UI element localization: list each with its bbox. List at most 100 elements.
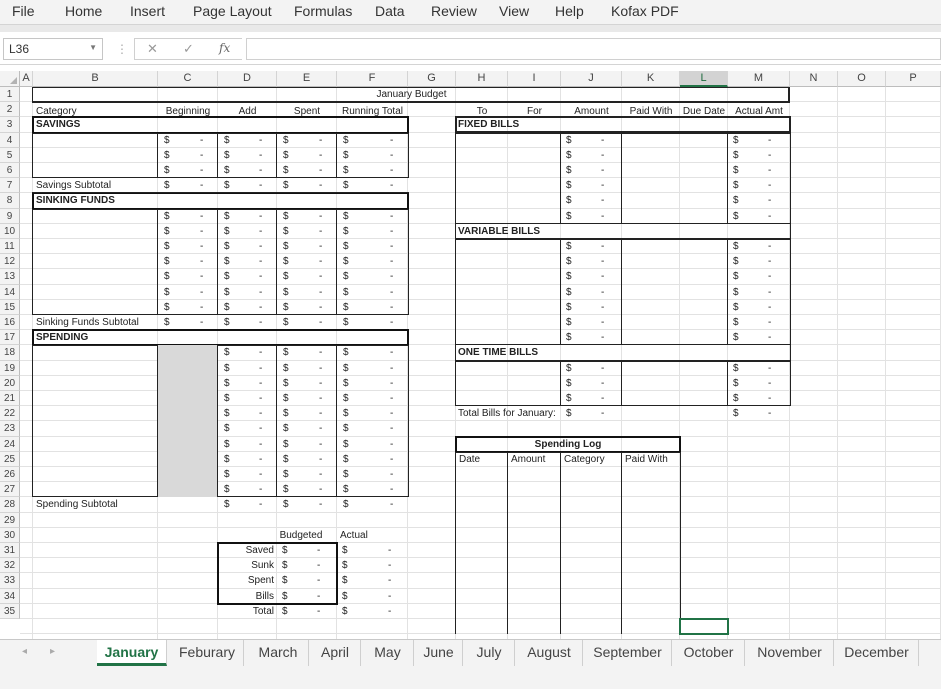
selected-cell-l36[interactable]	[679, 618, 729, 635]
row-header-27[interactable]: 27	[0, 482, 20, 497]
formula-input[interactable]	[246, 38, 941, 60]
column-header-i[interactable]: I	[508, 71, 561, 87]
column-header-f[interactable]: F	[337, 71, 408, 87]
row-header-26[interactable]: 26	[0, 467, 20, 482]
sheet-tab-december[interactable]: December	[835, 640, 919, 666]
row-header-32[interactable]: 32	[0, 558, 20, 573]
sheet-tab-october[interactable]: October	[673, 640, 745, 666]
bill-currency: $	[733, 301, 739, 315]
row-header-22[interactable]: 22	[0, 406, 20, 421]
row-header-25[interactable]: 25	[0, 452, 20, 467]
worksheet-grid[interactable]: ABCDEFGHIJKLMNOP123456789101112131415161…	[0, 71, 941, 639]
bill-currency: $	[733, 210, 739, 224]
column-header-b[interactable]: B	[33, 71, 158, 87]
summary-currency: $	[342, 544, 348, 558]
menu-review[interactable]: Review	[431, 3, 477, 19]
column-header-h[interactable]: H	[456, 71, 508, 87]
row-header-23[interactable]: 23	[0, 421, 20, 436]
row-header-20[interactable]: 20	[0, 376, 20, 391]
savings-col-divider	[336, 133, 337, 179]
menu-formulas[interactable]: Formulas	[294, 3, 352, 19]
column-header-o[interactable]: O	[838, 71, 886, 87]
sheet-tab-january[interactable]: January	[97, 640, 167, 666]
sheet-tab-september[interactable]: September	[584, 640, 672, 666]
row-header-30[interactable]: 30	[0, 528, 20, 543]
menu-view[interactable]: View	[499, 3, 529, 19]
tab-scroll-left-icon[interactable]: ◂	[22, 646, 27, 657]
spending-section-box	[32, 329, 409, 346]
spending-cell-currency: $	[283, 377, 289, 391]
chevron-down-icon[interactable]: ▼	[89, 43, 97, 52]
column-header-p[interactable]: P	[886, 71, 941, 87]
menu-file[interactable]: File	[12, 3, 35, 19]
spending-col-divider	[217, 345, 218, 497]
sheet-tab-august[interactable]: August	[516, 640, 583, 666]
sheet-tab-may[interactable]: May	[362, 640, 414, 666]
row-header-21[interactable]: 21	[0, 391, 20, 406]
column-header-m[interactable]: M	[728, 71, 790, 87]
summary-label-sunk: Sunk	[218, 559, 274, 573]
spending-cell-value: -	[319, 438, 322, 452]
row-header-28[interactable]: 28	[0, 497, 20, 512]
row-header-29[interactable]: 29	[0, 513, 20, 528]
column-header-k[interactable]: K	[622, 71, 680, 87]
menu-data[interactable]: Data	[375, 3, 405, 19]
row-header-33[interactable]: 33	[0, 573, 20, 588]
row-header-8[interactable]: 8	[0, 193, 20, 208]
row-header-3[interactable]: 3	[0, 117, 20, 132]
row-header-13[interactable]: 13	[0, 269, 20, 284]
row-header-1[interactable]: 1	[0, 87, 20, 102]
select-all-button[interactable]	[0, 71, 20, 87]
row-header-9[interactable]: 9	[0, 209, 20, 224]
column-header-j[interactable]: J	[561, 71, 622, 87]
sheet-tab-june[interactable]: June	[415, 640, 463, 666]
sheet-tab-march[interactable]: March	[248, 640, 309, 666]
spending-cell-currency: $	[343, 346, 349, 360]
column-header-e[interactable]: E	[277, 71, 337, 87]
row-header-17[interactable]: 17	[0, 330, 20, 345]
row-header-19[interactable]: 19	[0, 361, 20, 376]
column-header-c[interactable]: C	[158, 71, 218, 87]
sheet-tab-april[interactable]: April	[310, 640, 361, 666]
row-header-18[interactable]: 18	[0, 345, 20, 360]
row-header-2[interactable]: 2	[0, 102, 20, 117]
row-header-15[interactable]: 15	[0, 300, 20, 315]
more-options-icon[interactable]: ⋮	[116, 42, 128, 56]
sheet-tab-feburary[interactable]: Feburary	[171, 640, 244, 666]
cancel-icon[interactable]: ✕	[147, 41, 158, 57]
row-header-12[interactable]: 12	[0, 254, 20, 269]
menu-insert[interactable]: Insert	[130, 3, 165, 19]
spending-cell-value: -	[390, 483, 393, 497]
menu-kofax-pdf[interactable]: Kofax PDF	[611, 3, 679, 19]
bill-value: -	[601, 149, 604, 163]
row-header-31[interactable]: 31	[0, 543, 20, 558]
name-box[interactable]: L36 ▼	[3, 38, 103, 60]
row-header-34[interactable]: 34	[0, 589, 20, 604]
tab-scroll-right-icon[interactable]: ▸	[50, 646, 55, 657]
row-header-7[interactable]: 7	[0, 178, 20, 193]
row-header-16[interactable]: 16	[0, 315, 20, 330]
menu-page-layout[interactable]: Page Layout	[193, 3, 272, 19]
column-header-g[interactable]: G	[408, 71, 456, 87]
enter-check-icon[interactable]: ✓	[183, 41, 194, 57]
menu-help[interactable]: Help	[555, 3, 584, 19]
column-header-n[interactable]: N	[790, 71, 838, 87]
onetime-col-divider	[727, 361, 728, 407]
sheet-tab-july[interactable]: July	[464, 640, 515, 666]
spending-cell-value: -	[319, 453, 322, 467]
row-header-11[interactable]: 11	[0, 239, 20, 254]
column-header-d[interactable]: D	[218, 71, 277, 87]
menu-home[interactable]: Home	[65, 3, 102, 19]
column-header-a[interactable]: A	[20, 71, 33, 87]
row-header-5[interactable]: 5	[0, 148, 20, 163]
row-header-10[interactable]: 10	[0, 224, 20, 239]
sinking-cell-currency: $	[343, 316, 349, 330]
row-header-35[interactable]: 35	[0, 604, 20, 619]
row-header-14[interactable]: 14	[0, 285, 20, 300]
column-header-l[interactable]: L	[680, 71, 728, 87]
row-header-6[interactable]: 6	[0, 163, 20, 178]
row-header-24[interactable]: 24	[0, 437, 20, 452]
sheet-tab-november[interactable]: November	[746, 640, 834, 666]
row-header-4[interactable]: 4	[0, 133, 20, 148]
insert-function-icon[interactable]: fx	[219, 41, 230, 55]
